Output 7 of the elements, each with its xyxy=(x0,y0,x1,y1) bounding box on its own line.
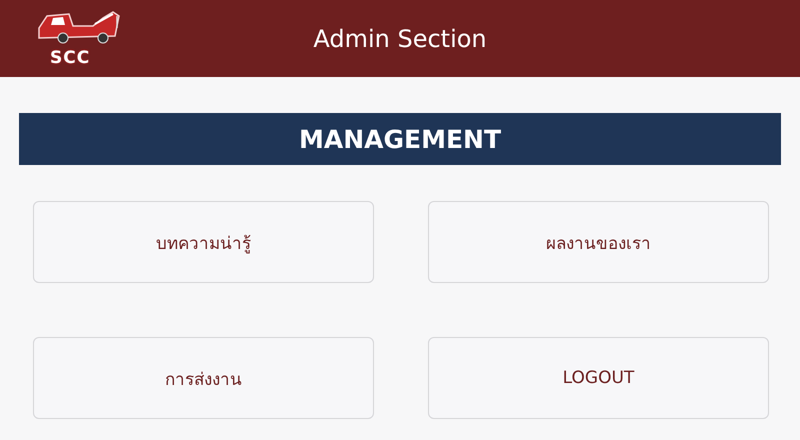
menu-button[interactable]: บทความน่ารู้ xyxy=(33,201,374,283)
menu-button[interactable]: LOGOUT xyxy=(428,337,769,419)
menu-button[interactable]: ผลงานของเรา xyxy=(428,201,769,283)
logo-text: SCC xyxy=(50,48,90,68)
menu-button[interactable]: การส่งงาน xyxy=(33,337,374,419)
page-title: Admin Section xyxy=(313,24,487,52)
section-header: MANAGEMENT xyxy=(19,113,781,165)
